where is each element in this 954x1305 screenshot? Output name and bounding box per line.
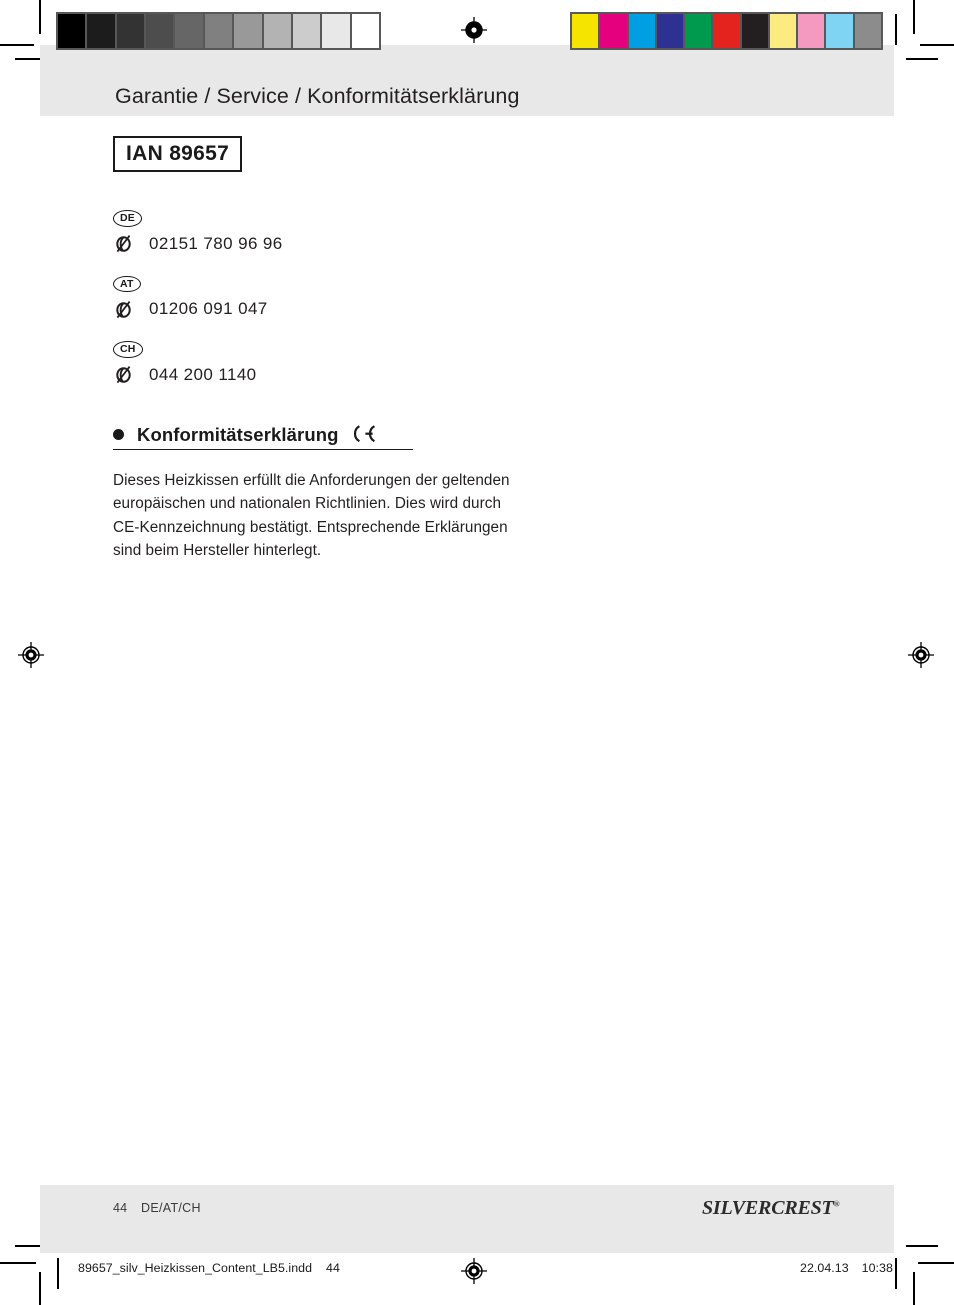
gray-swatch: [322, 14, 352, 48]
phone-icon: [115, 234, 132, 253]
slug-filename: 89657_silv_Heizkissen_Content_LB5.indd: [78, 1261, 313, 1275]
conformity-heading: Konformitätserklärung: [137, 423, 339, 445]
slug-date: 22.04.13: [800, 1261, 849, 1275]
country-badge-de: DE: [113, 210, 142, 227]
phone-number-at: 01206 091 047: [149, 299, 268, 319]
phone-row-ch: 044 200 1140: [113, 365, 633, 385]
slug-time: 10:38: [861, 1261, 893, 1275]
crop-mark-bottom-right-vertical: [913, 1272, 915, 1305]
conformity-section: Konformitätserklärung Dieses Heizkissen …: [113, 422, 633, 563]
print-slug-left: 89657_silv_Heizkissen_Content_LB5.indd 44: [78, 1261, 340, 1275]
gray-swatch: [146, 14, 176, 48]
crop-mark-top-left-vertical: [39, 0, 41, 34]
ce-mark-icon: [347, 424, 376, 443]
slug-page-number: 44: [326, 1261, 340, 1275]
crop-mark-top-right-vertical: [913, 0, 915, 34]
bleed-mark-bottom-right-horizontal: [906, 1245, 938, 1247]
gray-swatch: [116, 14, 147, 48]
phone-icon: [115, 300, 132, 319]
conformity-heading-row: Konformitätserklärung: [113, 422, 413, 450]
gray-swatch: [234, 14, 264, 48]
grayscale-step-wedge: [56, 12, 381, 50]
main-content: IAN 89657 DE 02151 780 96 96 AT 01206 09…: [113, 136, 633, 562]
print-slug-right: 22.04.13 10:38: [800, 1261, 893, 1275]
service-contact-list: DE 02151 780 96 96 AT 01206 091 047 CH 0…: [113, 208, 633, 385]
phone-icon: [115, 365, 132, 384]
country-badge-at: AT: [113, 275, 141, 293]
color-swatch: [826, 14, 855, 48]
crop-mark-bottom-right-horizontal: [918, 1262, 954, 1264]
phone-row-at: 01206 091 047: [113, 299, 633, 319]
crop-mark-top-left-horizontal: [0, 44, 34, 46]
color-control-bar: [570, 12, 883, 50]
color-swatch: [600, 14, 629, 48]
registration-target-right: [908, 642, 934, 668]
color-swatch: [798, 14, 827, 48]
brand-silver-text: SILVER: [702, 1197, 772, 1219]
color-swatch: [713, 14, 742, 48]
color-swatch: [572, 14, 601, 48]
page-header-title: Garantie / Service / Konformitätserkläru…: [115, 84, 520, 108]
bleed-mark-top-right-vertical: [895, 14, 897, 45]
footer-locales: DE/AT/CH: [141, 1201, 201, 1215]
color-swatch: [769, 14, 799, 48]
brand-crest-text: CREST: [771, 1197, 834, 1219]
silvercrest-logo: SILVERCREST®: [702, 1197, 840, 1220]
footer-page-number: 44: [113, 1201, 128, 1215]
service-entry-at: AT 01206 091 047: [113, 274, 633, 320]
conformity-body-text: Dieses Heizkissen erfüllt die Anforderun…: [113, 471, 510, 559]
phone-number-ch: 044 200 1140: [149, 364, 257, 384]
crop-mark-top-right-horizontal: [920, 44, 954, 46]
gray-swatch: [58, 14, 88, 48]
phone-number-de: 02151 780 96 96: [149, 233, 283, 253]
gray-swatch: [292, 14, 323, 48]
phone-row-de: 02151 780 96 96: [113, 234, 633, 254]
gray-swatch: [351, 14, 379, 48]
registration-target-left: [18, 642, 44, 668]
registration-target-bottom: [461, 1258, 487, 1284]
crop-mark-bottom-left-horizontal: [0, 1262, 36, 1264]
color-swatch: [854, 14, 881, 48]
color-swatch: [656, 14, 686, 48]
color-swatch: [685, 14, 714, 48]
color-swatch: [628, 14, 657, 48]
registration-target-top: [461, 17, 487, 43]
ian-number-box: IAN 89657: [113, 136, 243, 172]
bleed-mark-bottom-left-vertical: [57, 1258, 59, 1289]
gray-swatch: [87, 14, 117, 48]
crop-mark-bottom-left-vertical: [39, 1272, 41, 1305]
service-entry-ch: CH 044 200 1140: [113, 339, 633, 385]
bullet-dot-icon: [113, 428, 124, 440]
service-entry-de: DE 02151 780 96 96: [113, 208, 633, 254]
registered-trademark-icon: ®: [833, 1199, 840, 1209]
bleed-mark-bottom-right-vertical: [895, 1258, 897, 1289]
gray-swatch: [175, 14, 205, 48]
gray-swatch: [204, 14, 235, 48]
color-swatch: [741, 14, 770, 48]
country-badge-ch: CH: [113, 341, 143, 358]
bleed-mark-top-right-horizontal: [906, 58, 938, 60]
gray-swatch: [263, 14, 293, 48]
